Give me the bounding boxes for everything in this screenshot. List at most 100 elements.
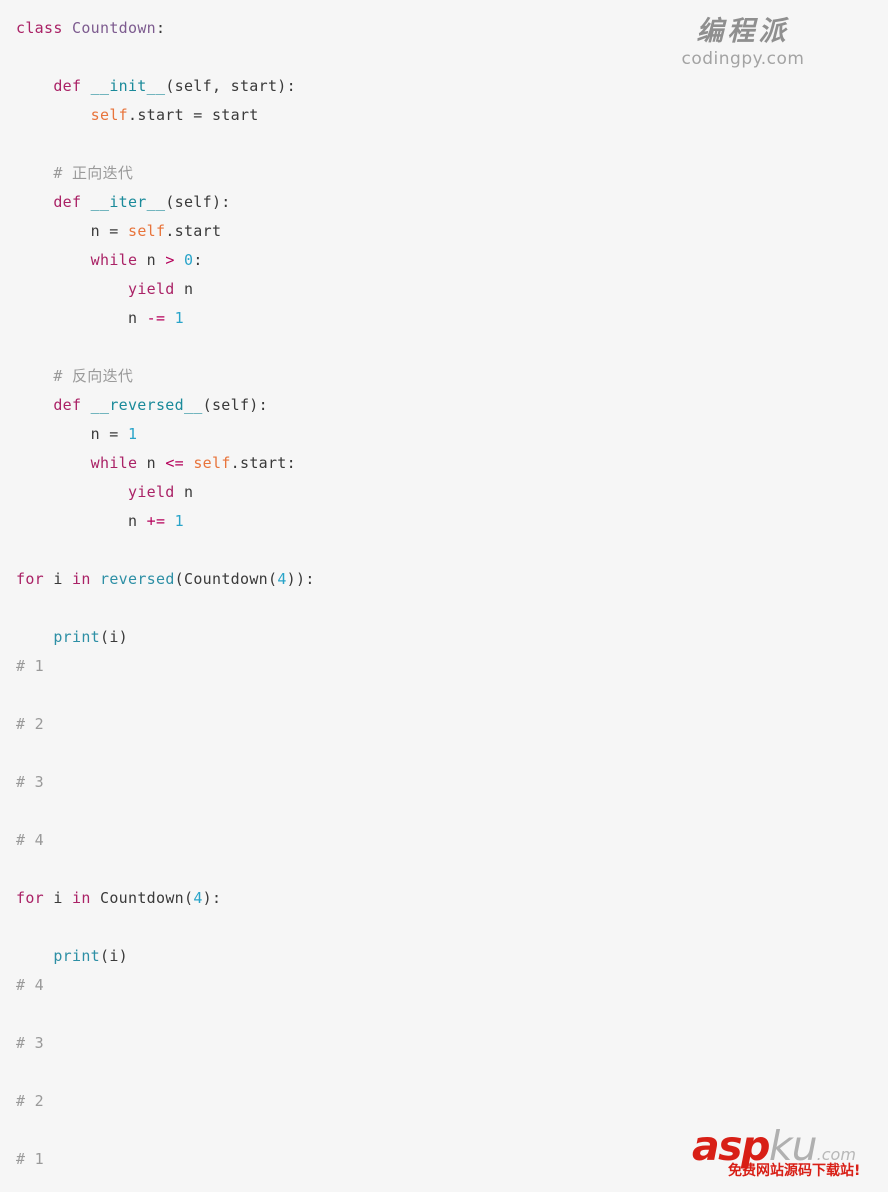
watermark-domain: codingpy.com — [681, 49, 805, 69]
code-token-kw: yield — [127, 280, 175, 298]
code-token-kw: yield — [127, 483, 175, 501]
code-token-kw: in — [72, 570, 91, 588]
code-token-cmt: # 1 — [16, 1150, 44, 1168]
code-line: def __iter__(self): — [16, 188, 856, 217]
code-token-cls: Countdown — [72, 19, 156, 37]
code-token-kw2: <= — [165, 454, 184, 472]
code-token-kw: class — [16, 19, 72, 37]
code-token-plain: n — [16, 309, 147, 327]
code-token-kw: def — [53, 193, 91, 211]
code-line: yield n — [16, 275, 856, 304]
code-line: print(i) — [16, 623, 856, 652]
code-token-kw2: += — [146, 512, 166, 530]
watermark-aspku-logo: aspku.com 免费网站源码下载站! — [692, 1120, 882, 1186]
code-token-kw: while — [90, 454, 138, 472]
code-token-plain: i — [44, 570, 72, 588]
code-token-plain: : — [155, 19, 166, 37]
code-token-plain: .start: — [230, 454, 296, 472]
code-line: # 正向迭代 — [16, 159, 856, 188]
code-token-plain: n — [137, 454, 166, 472]
code-line: n = self.start — [16, 217, 856, 246]
code-token-fn: print — [53, 947, 100, 965]
code-line: # 4 — [16, 971, 856, 1000]
code-token-plain: n — [137, 251, 166, 269]
code-token-kw: def — [53, 396, 91, 414]
code-token-kw: for — [16, 570, 44, 588]
code-token-cmt: # 4 — [16, 976, 44, 994]
watermark-codingpy: 编程派 codingpy.com — [658, 16, 828, 70]
code-line: def __init__(self, start): — [16, 72, 856, 101]
code-token-kw: for — [16, 889, 44, 907]
code-line: # 2 — [16, 710, 856, 739]
code-line: n -= 1 — [16, 304, 856, 333]
code-token-dunder: __iter__ — [90, 193, 166, 211]
code-token-plain: .start = start — [127, 106, 259, 124]
code-token-cmt: # 1 — [16, 657, 44, 675]
code-token-plain: (self): — [165, 193, 231, 211]
code-token-num: 0 — [184, 251, 194, 269]
code-line: n += 1 — [16, 507, 856, 536]
code-line: for i in Countdown(4): — [16, 884, 856, 913]
code-token-self: self — [90, 106, 128, 124]
code-token-plain: i — [44, 889, 72, 907]
code-token-fn: print — [53, 628, 100, 646]
code-token-dunder: __init__ — [90, 77, 166, 95]
code-token-num: 4 — [193, 889, 203, 907]
code-line: while n <= self.start: — [16, 449, 856, 478]
code-token-plain: .start — [165, 222, 222, 240]
code-line: print(i) — [16, 942, 856, 971]
code-token-plain: n = — [16, 425, 128, 443]
code-token-plain: (i) — [99, 628, 128, 646]
code-token-plain: : — [193, 251, 203, 269]
code-token-cmt: # 3 — [16, 773, 44, 791]
code-token-kw: def — [53, 77, 91, 95]
code-token-num: 1 — [174, 512, 184, 530]
code-line: # 2 — [16, 1087, 856, 1116]
code-line: # 3 — [16, 1029, 856, 1058]
code-token-cmt: # 4 — [16, 831, 44, 849]
code-token-plain: n — [174, 280, 194, 298]
code-line: while n > 0: — [16, 246, 856, 275]
code-token-cmt: # 2 — [16, 715, 44, 733]
code-token-fn: reversed — [100, 570, 175, 588]
code-token-plain: Countdown( — [90, 889, 194, 907]
code-line: # 4 — [16, 826, 856, 855]
code-token-plain: ): — [202, 889, 222, 907]
code-token-cmt: # — [53, 164, 72, 182]
code-token-plain: (Countdown( — [174, 570, 278, 588]
code-token-cmt-cn: 正向迭代 — [72, 164, 134, 182]
code-line: # 反向迭代 — [16, 362, 856, 391]
code-token-self: self — [193, 454, 231, 472]
code-token-num: 4 — [277, 570, 287, 588]
code-token-plain: n — [174, 483, 194, 501]
code-line: yield n — [16, 478, 856, 507]
python-code-block: class Countdown: def __init__(self, star… — [16, 14, 856, 1174]
code-token-dunder: __reversed__ — [90, 396, 203, 414]
logo-tagline-chinese: 免费网站源码下载站! — [728, 1163, 861, 1179]
code-line: self.start = start — [16, 101, 856, 130]
code-line: # 1 — [16, 652, 856, 681]
code-line: for i in reversed(Countdown(4)): — [16, 565, 856, 594]
code-token-plain: )): — [286, 570, 315, 588]
code-token-plain: (self): — [202, 396, 268, 414]
code-line: # 3 — [16, 768, 856, 797]
code-line: n = 1 — [16, 420, 856, 449]
